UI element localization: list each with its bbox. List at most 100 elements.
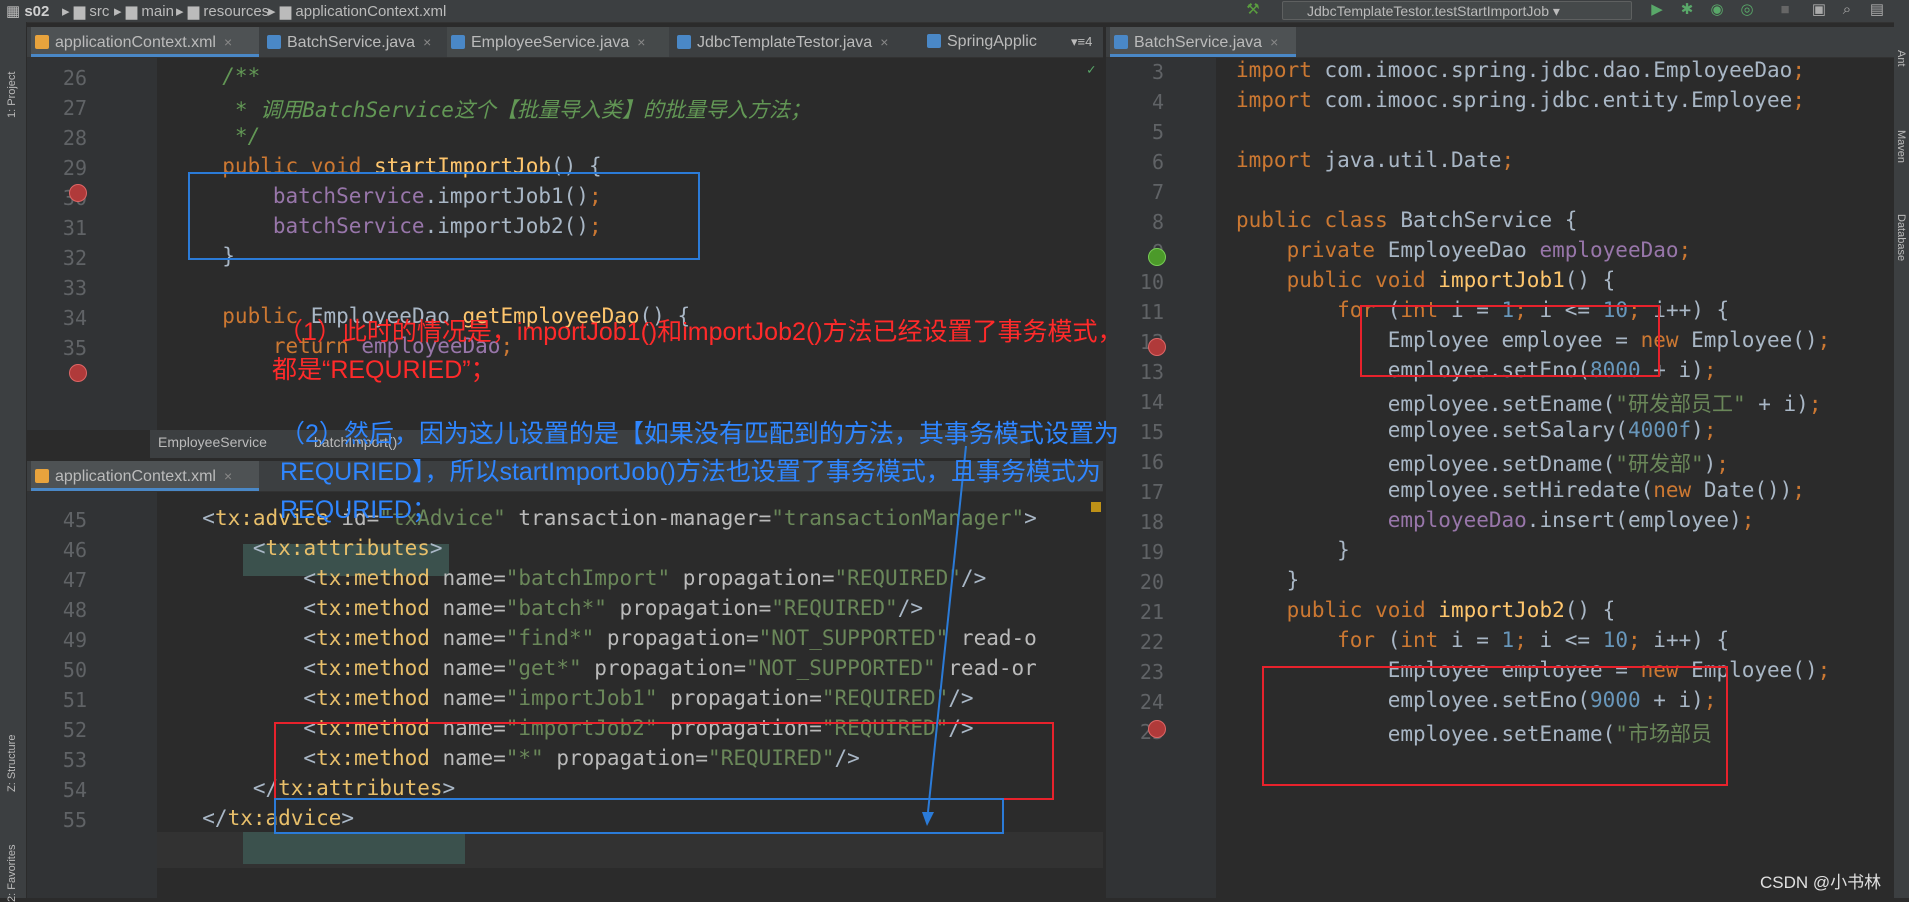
tab-batchservice-java-right[interactable]: BatchService.java × bbox=[1110, 27, 1296, 57]
java-class-icon bbox=[267, 35, 281, 49]
close-icon[interactable]: × bbox=[637, 34, 645, 50]
close-icon[interactable]: × bbox=[1270, 34, 1278, 50]
code-line[interactable]: employee.setEname("研发部员工" + i); bbox=[1236, 388, 1822, 418]
code-line[interactable]: employee.setDname("研发部"); bbox=[1236, 448, 1729, 478]
line-number: 49 bbox=[62, 628, 87, 652]
line-number: 23 bbox=[1139, 660, 1164, 684]
profile-icon[interactable]: ◎ bbox=[1738, 1, 1756, 19]
project-tool-button[interactable]: 1: Project bbox=[6, 72, 18, 118]
line-number: 14 bbox=[1139, 390, 1164, 414]
structure-tool-button[interactable]: Z: Structure bbox=[6, 735, 18, 792]
code-line[interactable]: /** bbox=[197, 64, 260, 88]
close-icon[interactable]: × bbox=[224, 468, 232, 484]
breadcrumb-resources[interactable]: ▸ ▆ resources bbox=[176, 2, 269, 20]
line-number: 53 bbox=[62, 748, 87, 772]
debug-icon[interactable]: ✱ bbox=[1678, 1, 1696, 19]
line-number: 6 bbox=[1151, 150, 1164, 174]
xml-file-icon bbox=[35, 469, 49, 483]
line-number: 47 bbox=[62, 568, 87, 592]
line-number: 45 bbox=[62, 508, 87, 532]
code-line[interactable]: employeeDao.insert(employee); bbox=[1236, 508, 1755, 532]
left-tool-window-strip: 1: Project Z: Structure 2: Favorites bbox=[0, 22, 27, 902]
coverage-icon[interactable]: ◉ bbox=[1708, 1, 1726, 19]
annotation-arrow bbox=[922, 445, 967, 826]
run-configuration-select[interactable]: JdbcTemplateTestor.testStartImportJob ▾ bbox=[1282, 1, 1632, 20]
java-class-icon bbox=[927, 34, 941, 48]
code-line[interactable]: * 调用BatchService这个【批量导入类】的批量导入方法； bbox=[197, 94, 811, 124]
code-line[interactable]: <tx:attributes> bbox=[177, 536, 443, 560]
line-number: 28 bbox=[62, 126, 87, 150]
java-class-icon bbox=[1114, 35, 1128, 49]
tab-batchservice-java[interactable]: BatchService.java × bbox=[263, 27, 443, 57]
line-number: 21 bbox=[1139, 600, 1164, 624]
maven-tool-button[interactable]: Maven bbox=[1895, 130, 1907, 163]
blue-highlight-box-startimportjob bbox=[188, 172, 700, 260]
breadcrumb-file[interactable]: ▸ ▆ applicationContext.xml bbox=[268, 2, 446, 20]
line-number: 5 bbox=[1151, 120, 1164, 144]
breadcrumb-main[interactable]: ▸ ▆ main bbox=[114, 2, 174, 20]
close-icon[interactable]: × bbox=[880, 34, 888, 50]
line-number: 29 bbox=[62, 156, 87, 180]
code-line[interactable]: public void importJob2() { bbox=[1236, 598, 1616, 622]
code-line[interactable]: employee.setHiredate(new Date()); bbox=[1236, 478, 1805, 502]
breadcrumb-src[interactable]: ▸ ▆ src bbox=[62, 2, 109, 20]
line-number: 27 bbox=[62, 96, 87, 120]
bean-method-icon[interactable] bbox=[1148, 720, 1166, 738]
bean-method-icon[interactable] bbox=[69, 364, 87, 382]
bean-method-icon[interactable] bbox=[69, 184, 87, 202]
tab-jdbctemplatetestor-java[interactable]: JdbcTemplateTestor.java × bbox=[673, 27, 921, 57]
ant-tool-button[interactable]: Ant bbox=[1895, 50, 1907, 67]
line-number: 10 bbox=[1139, 270, 1164, 294]
line-number: 16 bbox=[1139, 450, 1164, 474]
line-number: 13 bbox=[1139, 360, 1164, 384]
line-number: 33 bbox=[62, 276, 87, 300]
code-line[interactable]: */ bbox=[197, 124, 260, 148]
crumb-class[interactable]: EmployeeService bbox=[158, 434, 267, 450]
tab-applicationcontext-xml[interactable]: applicationContext.xml × bbox=[31, 27, 259, 57]
line-number: 19 bbox=[1139, 540, 1164, 564]
code-line[interactable]: import com.imooc.spring.jdbc.dao.Employe… bbox=[1236, 58, 1805, 82]
spring-bean-icon[interactable] bbox=[1148, 248, 1166, 266]
tab-applicationcontext-xml-bottom[interactable]: applicationContext.xml × bbox=[31, 461, 259, 491]
search-everywhere-icon[interactable]: ⌕ bbox=[1838, 1, 1856, 19]
matched-tag-highlight bbox=[243, 832, 465, 864]
layout-icon[interactable]: ▤ bbox=[1868, 1, 1886, 19]
line-number: 26 bbox=[62, 66, 87, 90]
code-line[interactable]: import com.imooc.spring.jdbc.entity.Empl… bbox=[1236, 88, 1805, 112]
code-line[interactable]: import java.util.Date; bbox=[1236, 148, 1514, 172]
close-icon[interactable]: × bbox=[224, 34, 232, 50]
code-line[interactable]: <tx:method name="batchImport" propagatio… bbox=[177, 566, 986, 590]
line-number: 51 bbox=[62, 688, 87, 712]
line-number: 22 bbox=[1139, 630, 1164, 654]
tab-employeeservice-java[interactable]: EmployeeService.java × bbox=[447, 27, 669, 57]
stop-icon[interactable]: ■ bbox=[1776, 1, 1794, 19]
code-line[interactable]: <tx:method name="importJob1" propagation… bbox=[177, 686, 973, 710]
code-line[interactable]: public void importJob1() { bbox=[1236, 268, 1616, 292]
build-hammer-icon[interactable]: ⚒ bbox=[1244, 1, 1262, 19]
tab-overflow-button[interactable]: ▾≡4 bbox=[1067, 27, 1103, 57]
code-line[interactable]: for (int i = 1; i <= 10; i++) { bbox=[1236, 628, 1729, 652]
favorites-tool-button[interactable]: 2: Favorites bbox=[6, 845, 18, 902]
line-number: 35 bbox=[62, 336, 87, 360]
right-tool-window-strip: Ant Maven Database bbox=[1894, 22, 1909, 898]
bean-method-icon[interactable] bbox=[1148, 338, 1166, 356]
xml-file-icon bbox=[35, 35, 49, 49]
code-line[interactable]: } bbox=[1236, 538, 1350, 562]
code-line[interactable]: } bbox=[1236, 568, 1300, 592]
close-icon[interactable]: × bbox=[423, 34, 431, 50]
line-number: 50 bbox=[62, 658, 87, 682]
code-line[interactable]: public class BatchService { bbox=[1236, 208, 1577, 232]
line-number: 52 bbox=[62, 718, 87, 742]
code-line[interactable]: <tx:method name="batch*" propagation="RE… bbox=[177, 596, 923, 620]
annotation-red-line-1: （1）此时的情况是，importJob1()和importJob2()方法已经设… bbox=[278, 318, 1123, 346]
line-number: 20 bbox=[1139, 570, 1164, 594]
database-tool-button[interactable]: Database bbox=[1895, 214, 1907, 261]
code-line[interactable]: employee.setSalary(4000f); bbox=[1236, 418, 1717, 442]
breadcrumb-project[interactable]: ▦ s02 bbox=[6, 2, 49, 20]
annotation-blue-line-2: REQURIED】，所以startImportJob()方法也设置了事务模式，且… bbox=[280, 458, 1101, 486]
tab-springapplic[interactable]: SpringApplic bbox=[923, 27, 1063, 57]
code-line[interactable]: private EmployeeDao employeeDao; bbox=[1236, 238, 1692, 262]
project-structure-icon[interactable]: ▣ bbox=[1810, 1, 1828, 19]
run-icon[interactable]: ▶ bbox=[1648, 1, 1666, 19]
watermark: CSDN @小书林 bbox=[1760, 873, 1882, 892]
